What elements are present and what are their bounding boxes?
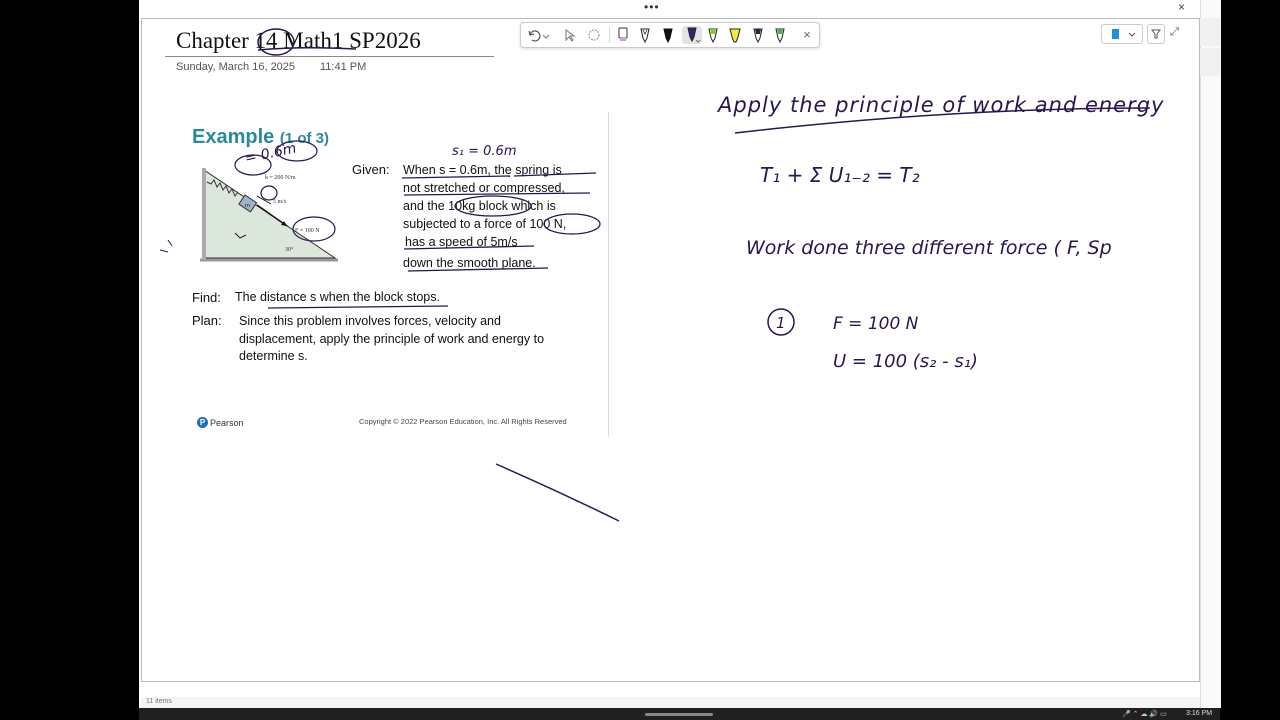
side-panel-tab[interactable] xyxy=(1200,18,1220,46)
pen-green-icon[interactable] xyxy=(705,26,721,44)
toolbar-separator xyxy=(609,27,610,43)
find-label: Find: xyxy=(192,290,221,305)
select-icon[interactable] xyxy=(561,26,577,44)
given-line-3: and the 10kg block which is xyxy=(403,199,556,213)
pearson-icon: P xyxy=(197,417,208,428)
given-line-2: not stretched or compressed, xyxy=(403,181,565,195)
window-titlebar xyxy=(141,0,1200,16)
speed-label: 5 m/s xyxy=(273,199,287,205)
block-label: m xyxy=(245,203,250,209)
pearson-logo: P Pearson xyxy=(197,417,244,428)
tray-icons[interactable]: 🎤 ⌃ ☁ 🔊 ▭ xyxy=(1122,710,1167,718)
status-bar xyxy=(141,697,1200,708)
force-label: F = 100 N xyxy=(295,228,320,234)
drawing-toolbar: × xyxy=(520,22,820,48)
close-icon[interactable]: × xyxy=(799,26,815,44)
plan-line-3: determine s. xyxy=(239,349,308,363)
plan-line-1: Since this problem involves forces, velo… xyxy=(239,314,501,328)
example-label: Example xyxy=(192,126,275,148)
pen-black-2-icon[interactable] xyxy=(660,26,676,44)
plan-line-2: displacement, apply the principle of wor… xyxy=(239,332,545,346)
slide-right-border xyxy=(608,112,609,437)
slide-heading: Example (1 of 3) xyxy=(192,126,329,149)
pen-black-icon[interactable] xyxy=(637,26,653,44)
given-line-6: down the smooth plane. xyxy=(403,256,536,270)
plan-label: Plan: xyxy=(192,313,222,328)
side-panel-tab-2[interactable] xyxy=(1200,48,1220,76)
pen-green-2-icon[interactable] xyxy=(772,26,788,44)
incline-figure: m k = 200 N/m 5 m/s F = 100 N 30° xyxy=(200,168,338,262)
taskbar-handle[interactable] xyxy=(645,713,713,716)
pen-purple-icon[interactable] xyxy=(682,26,702,44)
example-sub: (1 of 3) xyxy=(279,130,329,147)
find-text: The distance s when the block stops. xyxy=(235,290,440,304)
expand-icon[interactable]: ⤢ xyxy=(1170,26,1179,39)
filter-icon[interactable] xyxy=(1147,24,1165,44)
page-time: 11:41 PM xyxy=(320,61,367,73)
lasso-icon[interactable] xyxy=(586,26,602,44)
status-text: 11 items xyxy=(146,698,172,705)
more-options-icon[interactable]: ••• xyxy=(644,0,660,14)
eraser-pen-icon[interactable] xyxy=(615,26,631,44)
copyright-text: Copyright © 2022 Pearson Education, Inc.… xyxy=(359,417,567,426)
undo-icon[interactable] xyxy=(526,26,542,44)
given-label: Given: xyxy=(352,162,390,177)
given-line-5: has a speed of 5m/s xyxy=(405,235,518,249)
page-title[interactable]: Chapter 14 Math1 SP2026 xyxy=(176,28,421,54)
taskbar-time[interactable]: 3:16 PM xyxy=(1186,710,1212,717)
side-panel xyxy=(1200,0,1221,708)
page-view-button[interactable] xyxy=(1101,24,1143,44)
title-divider xyxy=(165,56,494,57)
angle-label: 30° xyxy=(285,246,294,253)
pen-dark-icon[interactable] xyxy=(750,26,766,44)
spring-constant-label: k = 200 N/m xyxy=(265,175,296,181)
publisher-name: Pearson xyxy=(210,417,244,428)
highlighter-yellow-icon[interactable] xyxy=(727,26,743,44)
redo-dropdown-icon[interactable] xyxy=(542,26,550,44)
given-line-4: subjected to a force of 100 N, xyxy=(403,217,567,231)
page-date: Sunday, March 16, 2025 xyxy=(176,61,296,73)
given-line-1: When s = 0.6m, the spring is xyxy=(403,163,562,177)
window-close-button[interactable]: × xyxy=(1178,0,1185,14)
